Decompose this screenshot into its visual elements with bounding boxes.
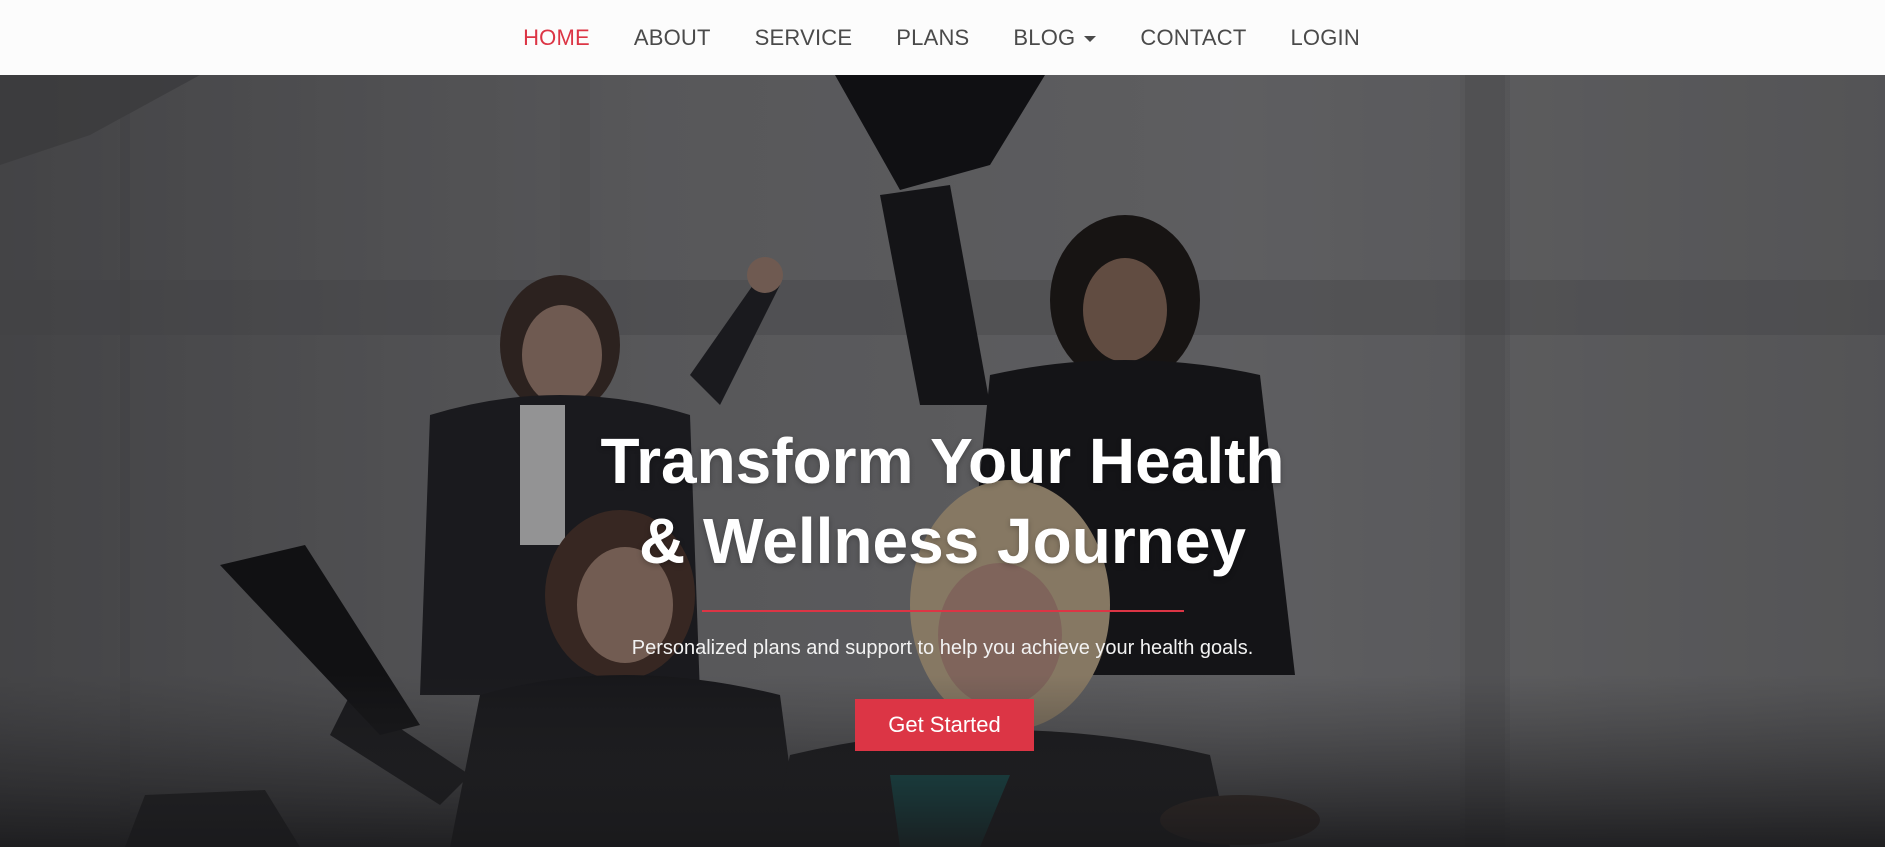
nav-item-service[interactable]: SERVICE	[755, 25, 853, 51]
hero-title: Transform Your Health & Wellness Journey	[0, 421, 1885, 581]
nav-item-home-label: HOME	[523, 24, 590, 50]
hero-title-line-2: & Wellness Journey	[638, 505, 1247, 577]
hero-section: Transform Your Health & Wellness Journey…	[0, 75, 1885, 847]
nav-item-contact-label: CONTACT	[1140, 24, 1247, 50]
get-started-button[interactable]: Get Started	[855, 699, 1034, 751]
nav-item-blog-dropdown[interactable]: BLOG	[1013, 24, 1097, 51]
nav-item-blog-label: BLOG	[1013, 24, 1076, 50]
nav-item-service-label: SERVICE	[754, 24, 853, 50]
nav-item-about-label: ABOUT	[633, 24, 711, 50]
nav-item-plans-label: PLANS	[896, 24, 970, 50]
hero-title-line-1: Transform Your Health	[600, 425, 1285, 497]
hero-subtitle: Personalized plans and support to help y…	[631, 637, 1254, 659]
nav-item-login-label: LOGIN	[1290, 24, 1360, 50]
caret-down-icon	[1084, 35, 1097, 42]
hero-content: Transform Your Health & Wellness Journey…	[0, 75, 1885, 847]
nav-item-contact[interactable]: CONTACT	[1140, 25, 1246, 51]
nav-item-home[interactable]: HOME	[523, 25, 590, 51]
main-navbar: HOME ABOUT SERVICE PLANS BLOG CONTACT LO…	[0, 0, 1885, 75]
nav-menu: HOME ABOUT SERVICE PLANS BLOG CONTACT LO…	[501, 25, 1382, 51]
nav-item-plans[interactable]: PLANS	[896, 25, 969, 51]
hero-divider	[702, 610, 1184, 612]
nav-item-about[interactable]: ABOUT	[634, 25, 711, 51]
nav-item-login[interactable]: LOGIN	[1290, 25, 1359, 51]
